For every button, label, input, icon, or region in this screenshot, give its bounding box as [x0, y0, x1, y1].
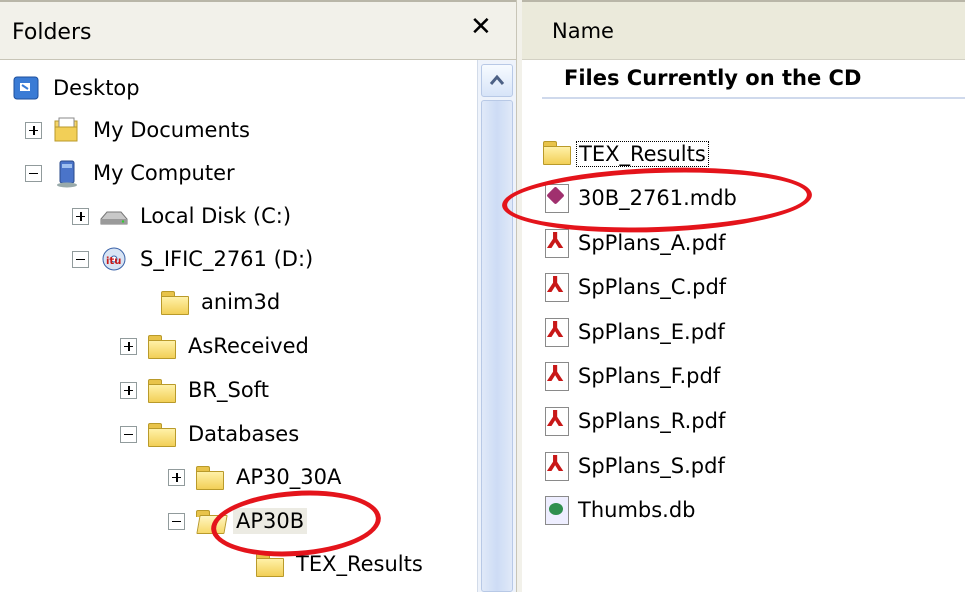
open-folder-icon [195, 508, 225, 534]
pane-caption: Files Currently on the CD [564, 66, 862, 90]
access-database-icon [542, 183, 572, 213]
pdf-icon [542, 317, 572, 347]
folder-icon [195, 464, 225, 490]
tree-item-local-disk[interactable]: Local Disk (C:) [72, 198, 294, 234]
cd-drive-icon: itu [99, 246, 129, 272]
tree-item-my-documents[interactable]: My Documents [25, 112, 253, 148]
caption-divider [542, 97, 965, 99]
file-name: 30B_2761.mdb [578, 186, 737, 210]
file-item-spplans-s[interactable]: SpPlans_S.pdf [542, 448, 727, 484]
scroll-up-button[interactable] [481, 64, 513, 97]
file-item-spplans-f[interactable]: SpPlans_F.pdf [542, 358, 722, 394]
expand-icon[interactable] [120, 337, 137, 355]
expand-icon[interactable] [120, 381, 137, 399]
file-list-pane: Name Files Currently on the CD TEX_Resul… [500, 0, 965, 592]
file-item-spplans-a[interactable]: SpPlans_A.pdf [542, 225, 728, 261]
tree-item-asreceived[interactable]: AsReceived [120, 328, 312, 364]
pdf-icon [542, 228, 572, 258]
tree-item-label-selected: AP30B [233, 508, 308, 534]
expand-icon[interactable] [168, 468, 185, 486]
tree-item-label: S_IFIC_2761 (D:) [140, 247, 314, 271]
expand-icon[interactable] [72, 207, 89, 225]
name-column-header[interactable]: Name [522, 0, 965, 60]
tree-item-label: My Documents [93, 118, 250, 142]
folder-icon [542, 139, 572, 169]
scroll-thumb[interactable] [481, 100, 513, 592]
folders-pane-header: Folders ✕ [0, 0, 522, 60]
file-item-thumbs-db[interactable]: Thumbs.db [542, 492, 698, 528]
file-name: TEX_Results [576, 141, 709, 167]
folder-icon [147, 421, 177, 447]
folder-icon [147, 377, 177, 403]
tree-item-label: AP30_30A [236, 465, 342, 489]
file-name: Thumbs.db [578, 498, 696, 522]
collapse-icon[interactable] [72, 250, 89, 268]
tree-item-desktop[interactable]: Desktop [12, 70, 143, 106]
svg-text:itu: itu [106, 256, 121, 267]
hard-disk-icon [99, 203, 129, 229]
expand-icon[interactable] [25, 121, 42, 139]
file-name: SpPlans_A.pdf [578, 231, 726, 255]
file-name: SpPlans_S.pdf [578, 454, 725, 478]
tree-item-label: Local Disk (C:) [140, 204, 292, 228]
tree-item-ap30b[interactable]: AP30B [168, 503, 308, 539]
tree-item-label: AsReceived [188, 334, 309, 358]
tree-item-label: BR_Soft [188, 378, 269, 402]
file-name: SpPlans_R.pdf [578, 409, 726, 433]
collapse-icon[interactable] [168, 512, 185, 530]
tree-item-label: Desktop [53, 76, 140, 100]
tree-item-ap30-30a[interactable]: AP30_30A [168, 459, 344, 495]
tree-item-databases[interactable]: Databases [120, 416, 302, 452]
file-item-spplans-r[interactable]: SpPlans_R.pdf [542, 403, 727, 439]
pdf-icon [542, 361, 572, 391]
tree-item-my-computer[interactable]: My Computer [25, 155, 238, 191]
file-item-tex-results[interactable]: TEX_Results [542, 136, 709, 172]
folder-icon [160, 289, 190, 315]
file-item-spplans-e[interactable]: SpPlans_E.pdf [542, 314, 727, 350]
pdf-icon [542, 272, 572, 302]
folder-icon [147, 333, 177, 359]
tree-item-label: Databases [188, 422, 300, 446]
tree-item-label: anim3d [201, 290, 281, 314]
my-computer-icon [52, 160, 82, 188]
file-item-spplans-c[interactable]: SpPlans_C.pdf [542, 269, 728, 305]
file-name: SpPlans_C.pdf [578, 275, 727, 299]
collapse-icon[interactable] [25, 164, 42, 182]
folder-icon [255, 551, 285, 577]
close-icon[interactable]: ✕ [470, 14, 492, 40]
chevron-up-icon [489, 74, 505, 85]
file-name: SpPlans_E.pdf [578, 320, 725, 344]
thumbs-db-icon [542, 495, 572, 525]
name-column-label: Name [552, 19, 614, 43]
tree-item-label: TEX_Results [296, 552, 423, 576]
tree-item-br-soft[interactable]: BR_Soft [120, 372, 272, 408]
tree-item-cd-drive[interactable]: itu S_IFIC_2761 (D:) [72, 241, 316, 277]
folders-pane: Folders ✕ Desktop My Documents My Comput… [0, 0, 522, 592]
tree-item-label: My Computer [93, 161, 235, 185]
file-item-30b-2761-mdb[interactable]: 30B_2761.mdb [542, 180, 739, 216]
folders-title: Folders [12, 20, 92, 45]
tree-item-anim3d[interactable]: anim3d [160, 284, 283, 320]
collapse-icon[interactable] [120, 425, 137, 443]
file-name: SpPlans_F.pdf [578, 364, 721, 388]
folders-scrollbar[interactable] [477, 60, 516, 592]
tree-item-tex-results[interactable]: TEX_Results [255, 546, 426, 582]
desktop-icon [12, 75, 42, 101]
pdf-icon [542, 406, 572, 436]
pdf-icon [542, 451, 572, 481]
my-documents-icon [52, 117, 82, 143]
